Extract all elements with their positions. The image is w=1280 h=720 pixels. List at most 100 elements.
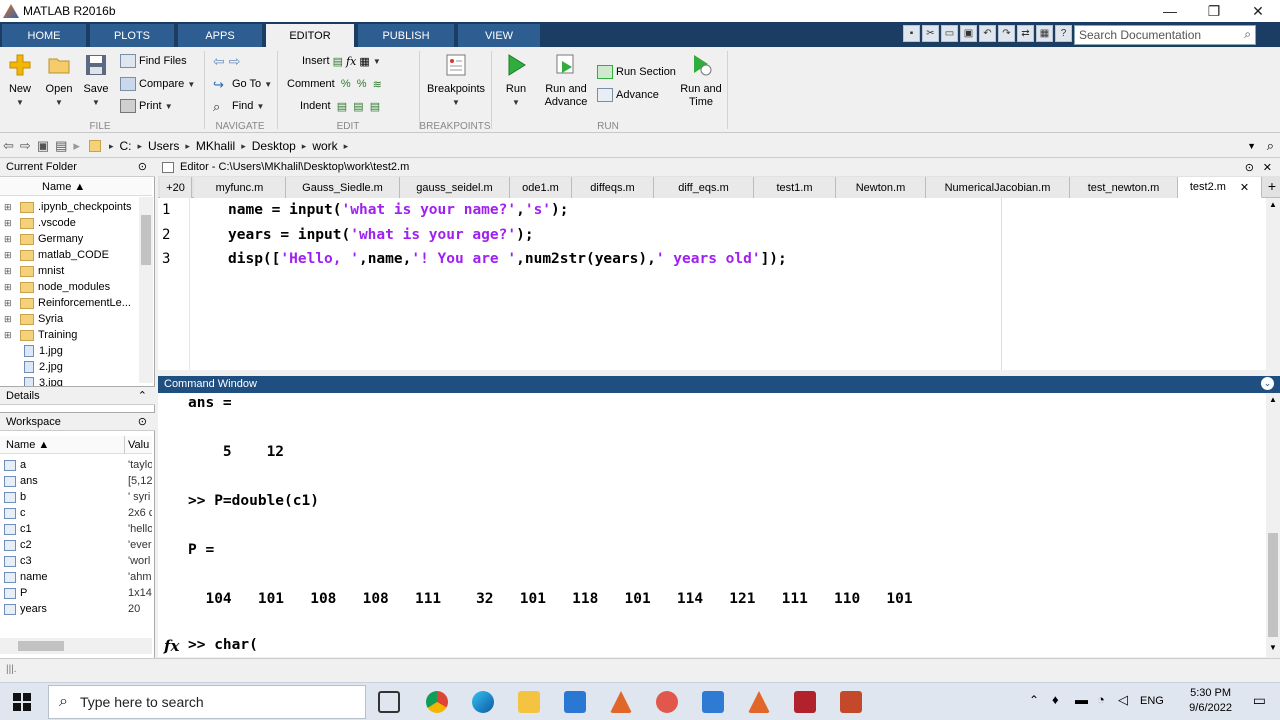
folder-list-item[interactable]: ⊞ .vscode [0, 215, 138, 231]
microphone-icon[interactable]: ♦ [1052, 692, 1059, 707]
tab-file[interactable]: myfunc.m [194, 177, 286, 198]
workspace-row[interactable]: b ' syri [0, 489, 152, 505]
expand-icon[interactable]: ⊞ [4, 202, 14, 213]
open-button[interactable]: Open ▼ [44, 53, 74, 109]
panel-menu-icon[interactable]: ⊙ [138, 415, 147, 428]
folder-list-item[interactable]: ⊞ ReinforcementLe... [0, 295, 138, 311]
code-line[interactable]: disp(['Hello, ',name,'! You are ',num2st… [228, 251, 787, 267]
folder-list-item[interactable]: ⊞ node_modules [0, 279, 138, 295]
new-tab-plus-icon[interactable]: + [1268, 178, 1276, 194]
task-view-icon[interactable] [378, 691, 400, 713]
notifications-icon[interactable]: ▭ [1253, 692, 1266, 709]
expand-icon[interactable]: ⊞ [4, 298, 14, 309]
workspace-row[interactable]: P 1x14 [0, 585, 152, 601]
tab-file[interactable]: diff_eqs.m [654, 177, 754, 198]
qat-layout-icon[interactable]: ▦ [1036, 25, 1053, 42]
workspace-row[interactable]: c2 'ever [0, 537, 152, 553]
workspace-row[interactable]: name 'ahm [0, 569, 152, 585]
qat-help-icon[interactable]: ? [1055, 25, 1072, 42]
tab-close-icon[interactable]: ✕ [1240, 181, 1249, 194]
workspace-row[interactable]: c3 'worl [0, 553, 152, 569]
tab-editor[interactable]: EDITOR [266, 24, 354, 47]
new-button[interactable]: New ▼ [6, 53, 34, 109]
workspace-row[interactable]: c1 'hello [0, 521, 152, 537]
matlab-taskbar-icon[interactable] [610, 691, 632, 713]
advance-button[interactable]: Advance [597, 86, 659, 104]
expand-icon[interactable]: ⊞ [4, 234, 14, 245]
run-section-button[interactable]: Run Section [597, 63, 676, 81]
tab-file[interactable]: test_newton.m [1070, 177, 1178, 198]
address-search-icon[interactable]: ⌕ [1267, 138, 1274, 154]
crumb-user[interactable]: MKhalil [196, 139, 235, 153]
tab-file[interactable]: Gauss_Siedle.m [286, 177, 400, 198]
tab-publish[interactable]: PUBLISH [358, 24, 454, 47]
command-window-menu-icon[interactable]: ⌄ [1261, 377, 1274, 390]
back-arrow-icon[interactable]: ⇦ [3, 138, 14, 154]
folder-list-item[interactable]: 1.jpg [0, 343, 138, 359]
qat-redo-icon[interactable]: ↷ [998, 25, 1015, 42]
editor-scrollbar[interactable]: ▲ [1266, 198, 1280, 370]
workspace-hscrollbar-thumb[interactable] [18, 641, 64, 651]
qat-save-icon[interactable]: ▪ [903, 25, 920, 42]
comment-button[interactable]: Comment % % ≋ [287, 75, 382, 93]
workspace-row[interactable]: a 'taylo [0, 457, 152, 473]
workspace-row[interactable]: years 20 [0, 601, 152, 617]
save-button[interactable]: Save ▼ [82, 53, 110, 109]
function-browser-fx-icon[interactable]: fx [164, 637, 179, 655]
taskbar-search-box[interactable]: ⌕ Type here to search [48, 685, 366, 719]
folder-list-item[interactable]: 2.jpg [0, 359, 138, 375]
folder-list-item[interactable]: ⊞ matlab_CODE [0, 247, 138, 263]
tab-home[interactable]: HOME [2, 24, 86, 47]
expand-icon[interactable]: ⊞ [4, 330, 14, 341]
powerpoint-icon[interactable] [840, 691, 862, 713]
expand-icon[interactable]: ⊞ [4, 282, 14, 293]
qat-switch-icon[interactable]: ⇄ [1017, 25, 1034, 42]
workspace-row[interactable]: c 2x6 c [0, 505, 152, 521]
crumb-drive[interactable]: C: [119, 139, 131, 153]
recorder-icon[interactable] [794, 691, 816, 713]
volume-icon[interactable]: ◁ [1118, 692, 1128, 708]
workspace-row[interactable]: ans [5,12 [0, 473, 152, 489]
forward-arrow-icon[interactable]: ⇨ [20, 138, 31, 154]
expand-icon[interactable]: ⊞ [4, 266, 14, 277]
close-button[interactable]: ✕ [1236, 0, 1280, 22]
crumb-users[interactable]: Users [148, 139, 179, 153]
up-folder-icon[interactable]: ▣ [37, 138, 49, 154]
file-explorer-icon[interactable] [518, 691, 540, 713]
edge-icon[interactable] [472, 691, 494, 713]
insert-button[interactable]: Insert ▤ fx ▦ ▼ [302, 52, 381, 70]
tab-overflow-count[interactable]: +20 [160, 177, 192, 198]
tab-file[interactable]: gauss_seidel.m [400, 177, 510, 198]
tab-file[interactable]: diffeqs.m [572, 177, 654, 198]
indent-button[interactable]: Indent ▤ ▤ ▤ [300, 97, 380, 115]
command-window[interactable]: ans = 5 12 >> P=double(c1) P = 104 101 108… [158, 393, 1280, 657]
code-editor[interactable]: 1 name = input('what is your name?','s');… [158, 198, 1280, 370]
find-files-button[interactable]: Find Files [120, 52, 187, 70]
find-button[interactable]: ⌕ Find ▼ [213, 97, 264, 115]
chrome-icon[interactable] [426, 691, 448, 713]
workspace-hscrollbar[interactable] [0, 638, 152, 654]
command-input[interactable]: char( [214, 637, 258, 653]
nav-back-icon[interactable]: ⇦ ⇨ [213, 52, 240, 70]
qat-undo-icon[interactable]: ↶ [979, 25, 996, 42]
editor-menu-icon[interactable]: ⊙ [1245, 161, 1254, 174]
maximize-button[interactable]: ❐ [1192, 0, 1236, 22]
run-and-advance-button[interactable]: Run and Advance [542, 53, 590, 109]
presenter-icon[interactable] [656, 691, 678, 713]
tray-chevron-icon[interactable]: ⌃ [1029, 693, 1039, 707]
folder-list-item[interactable]: ⊞ Training [0, 327, 138, 343]
qat-copy-icon[interactable]: ▭ [941, 25, 958, 42]
store-icon[interactable] [564, 691, 586, 713]
language-indicator[interactable]: ENG [1140, 695, 1164, 707]
scroll-up-icon[interactable]: ▲ [1269, 395, 1277, 404]
tab-plots[interactable]: PLOTS [90, 24, 174, 47]
command-scrollbar-thumb[interactable] [1268, 533, 1278, 637]
expand-icon[interactable]: ⊞ [4, 218, 14, 229]
code-line[interactable]: name = input('what is your name?','s'); [228, 202, 569, 218]
folder-list-item[interactable]: ⊞ mnist [0, 263, 138, 279]
collapse-chevron-icon[interactable]: ⌃ [138, 389, 147, 402]
crumb-work[interactable]: work [312, 139, 337, 153]
scroll-down-icon[interactable]: ▼ [1269, 643, 1277, 652]
tab-file[interactable]: NumericalJacobian.m [926, 177, 1070, 198]
tab-file-active[interactable]: test2.m ✕ [1178, 177, 1262, 198]
